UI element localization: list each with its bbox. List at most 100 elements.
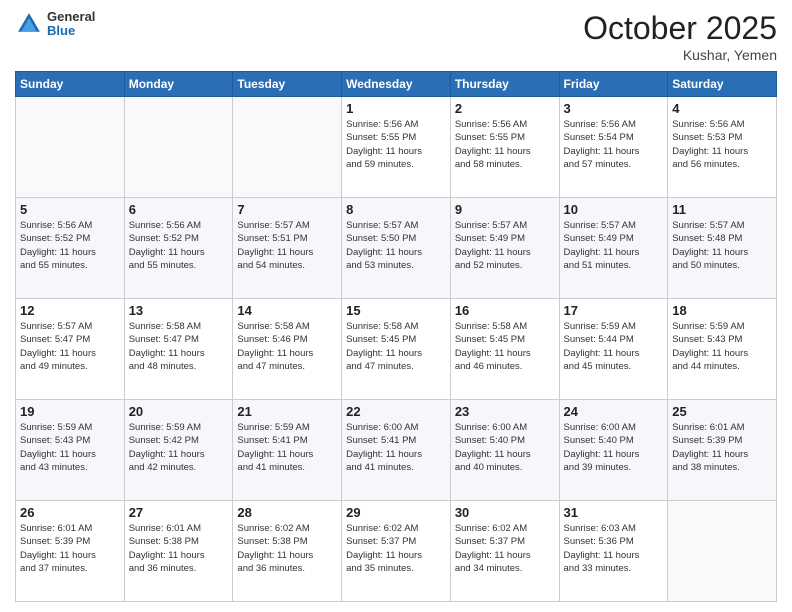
day-info: Sunrise: 5:59 AM Sunset: 5:44 PM Dayligh… [564,320,664,373]
day-number: 11 [672,202,772,217]
calendar-cell: 15Sunrise: 5:58 AM Sunset: 5:45 PM Dayli… [342,299,451,400]
day-number: 28 [237,505,337,520]
calendar-cell: 21 Sunrise: 5:59 AM Sunset: 5:41 PM Dayli… [233,400,342,501]
calendar-cell [668,501,777,602]
day-info: Sunrise: 6:03 AM Sunset: 5:36 PM Dayligh… [564,522,664,575]
day-info: Sunrise: 5:57 AM Sunset: 5:49 PM Dayligh… [564,219,664,272]
calendar-table: SundayMondayTuesdayWednesdayThursdayFrid… [15,71,777,602]
day-number: 15 [346,303,446,318]
calendar-cell: 12 Sunrise: 5:57 AM Sunset: 5:47 PM Dayli… [16,299,125,400]
calendar-cell: 8Sunrise: 5:57 AM Sunset: 5:50 PM Daylig… [342,198,451,299]
calendar-cell: 24 Sunrise: 6:00 AM Sunset: 5:40 PM Dayli… [559,400,668,501]
calendar-week-3: 12 Sunrise: 5:57 AM Sunset: 5:47 PM Dayli… [16,299,777,400]
day-info: Sunrise: 5:56 AM Sunset: 5:55 PM Dayligh… [346,118,446,171]
day-number: 18 [672,303,772,318]
weekday-header-wednesday: Wednesday [342,72,451,97]
day-info: Sunrise: 5:56 AM Sunset: 5:52 PM Dayligh… [20,219,120,272]
day-number: 29 [346,505,446,520]
day-info: Sunrise: 6:01 AM Sunset: 5:38 PM Dayligh… [129,522,229,575]
day-info: Sunrise: 6:01 AM Sunset: 5:39 PM Dayligh… [672,421,772,474]
day-info: Sunrise: 5:59 AM Sunset: 5:43 PM Dayligh… [672,320,772,373]
day-number: 6 [129,202,229,217]
day-number: 16 [455,303,555,318]
day-info: Sunrise: 6:01 AM Sunset: 5:39 PM Dayligh… [20,522,120,575]
calendar-cell: 25Sunrise: 6:01 AM Sunset: 5:39 PM Dayli… [668,400,777,501]
location: Kushar, Yemen [583,47,777,63]
calendar-cell: 1 Sunrise: 5:56 AM Sunset: 5:55 PM Daylig… [342,97,451,198]
calendar-cell: 4 Sunrise: 5:56 AM Sunset: 5:53 PM Daylig… [668,97,777,198]
calendar-cell: 3Sunrise: 5:56 AM Sunset: 5:54 PM Daylig… [559,97,668,198]
day-number: 22 [346,404,446,419]
calendar-cell: 10 Sunrise: 5:57 AM Sunset: 5:49 PM Dayli… [559,198,668,299]
weekday-header-friday: Friday [559,72,668,97]
day-number: 31 [564,505,664,520]
weekday-header-monday: Monday [124,72,233,97]
calendar-cell: 28 Sunrise: 6:02 AM Sunset: 5:38 PM Dayli… [233,501,342,602]
logo-general-text: General [47,10,95,24]
day-number: 10 [564,202,664,217]
day-info: Sunrise: 5:59 AM Sunset: 5:42 PM Dayligh… [129,421,229,474]
calendar-cell: 5 Sunrise: 5:56 AM Sunset: 5:52 PM Daylig… [16,198,125,299]
day-number: 21 [237,404,337,419]
day-info: Sunrise: 5:57 AM Sunset: 5:48 PM Dayligh… [672,219,772,272]
day-number: 7 [237,202,337,217]
calendar-body: 1 Sunrise: 5:56 AM Sunset: 5:55 PM Daylig… [16,97,777,602]
day-info: Sunrise: 5:57 AM Sunset: 5:49 PM Dayligh… [455,219,555,272]
day-number: 27 [129,505,229,520]
calendar-cell: 23Sunrise: 6:00 AM Sunset: 5:40 PM Dayli… [450,400,559,501]
calendar-cell: 27 Sunrise: 6:01 AM Sunset: 5:38 PM Dayli… [124,501,233,602]
day-number: 17 [564,303,664,318]
header: General Blue October 2025 Kushar, Yemen [15,10,777,63]
day-info: Sunrise: 6:02 AM Sunset: 5:38 PM Dayligh… [237,522,337,575]
calendar-cell: 6Sunrise: 5:56 AM Sunset: 5:52 PM Daylig… [124,198,233,299]
day-info: Sunrise: 6:00 AM Sunset: 5:40 PM Dayligh… [455,421,555,474]
calendar-cell: 7 Sunrise: 5:57 AM Sunset: 5:51 PM Daylig… [233,198,342,299]
calendar-cell: 29Sunrise: 6:02 AM Sunset: 5:37 PM Dayli… [342,501,451,602]
day-info: Sunrise: 5:59 AM Sunset: 5:43 PM Dayligh… [20,421,120,474]
month-title: October 2025 [583,10,777,47]
calendar-week-2: 5 Sunrise: 5:56 AM Sunset: 5:52 PM Daylig… [16,198,777,299]
day-info: Sunrise: 6:00 AM Sunset: 5:41 PM Dayligh… [346,421,446,474]
calendar-cell: 20Sunrise: 5:59 AM Sunset: 5:42 PM Dayli… [124,400,233,501]
day-info: Sunrise: 5:59 AM Sunset: 5:41 PM Dayligh… [237,421,337,474]
calendar-cell: 17 Sunrise: 5:59 AM Sunset: 5:44 PM Dayli… [559,299,668,400]
calendar-week-4: 19 Sunrise: 5:59 AM Sunset: 5:43 PM Dayli… [16,400,777,501]
weekday-header-sunday: Sunday [16,72,125,97]
weekday-header-thursday: Thursday [450,72,559,97]
calendar-cell: 26 Sunrise: 6:01 AM Sunset: 5:39 PM Dayli… [16,501,125,602]
weekday-header-tuesday: Tuesday [233,72,342,97]
day-info: Sunrise: 5:57 AM Sunset: 5:47 PM Dayligh… [20,320,120,373]
page: General Blue October 2025 Kushar, Yemen … [0,0,792,612]
calendar-cell: 19 Sunrise: 5:59 AM Sunset: 5:43 PM Dayli… [16,400,125,501]
logo-icon [15,10,43,38]
day-number: 5 [20,202,120,217]
day-number: 12 [20,303,120,318]
logo: General Blue [15,10,95,39]
day-info: Sunrise: 5:58 AM Sunset: 5:47 PM Dayligh… [129,320,229,373]
day-info: Sunrise: 6:02 AM Sunset: 5:37 PM Dayligh… [455,522,555,575]
day-number: 19 [20,404,120,419]
calendar-cell: 22 Sunrise: 6:00 AM Sunset: 5:41 PM Dayli… [342,400,451,501]
title-block: October 2025 Kushar, Yemen [583,10,777,63]
day-info: Sunrise: 5:56 AM Sunset: 5:53 PM Dayligh… [672,118,772,171]
day-number: 1 [346,101,446,116]
calendar-cell: 18 Sunrise: 5:59 AM Sunset: 5:43 PM Dayli… [668,299,777,400]
calendar-header: SundayMondayTuesdayWednesdayThursdayFrid… [16,72,777,97]
calendar-cell: 31 Sunrise: 6:03 AM Sunset: 5:36 PM Dayli… [559,501,668,602]
day-number: 4 [672,101,772,116]
calendar-cell: 11 Sunrise: 5:57 AM Sunset: 5:48 PM Dayli… [668,198,777,299]
calendar-cell: 13Sunrise: 5:58 AM Sunset: 5:47 PM Dayli… [124,299,233,400]
day-number: 24 [564,404,664,419]
day-info: Sunrise: 5:58 AM Sunset: 5:45 PM Dayligh… [455,320,555,373]
calendar-cell: 30 Sunrise: 6:02 AM Sunset: 5:37 PM Dayli… [450,501,559,602]
weekday-row: SundayMondayTuesdayWednesdayThursdayFrid… [16,72,777,97]
day-info: Sunrise: 6:00 AM Sunset: 5:40 PM Dayligh… [564,421,664,474]
day-info: Sunrise: 5:56 AM Sunset: 5:54 PM Dayligh… [564,118,664,171]
day-info: Sunrise: 5:57 AM Sunset: 5:50 PM Dayligh… [346,219,446,272]
calendar-week-5: 26 Sunrise: 6:01 AM Sunset: 5:39 PM Dayli… [16,501,777,602]
day-info: Sunrise: 5:56 AM Sunset: 5:55 PM Dayligh… [455,118,555,171]
logo-text: General Blue [47,10,95,39]
day-number: 26 [20,505,120,520]
day-number: 30 [455,505,555,520]
day-info: Sunrise: 5:57 AM Sunset: 5:51 PM Dayligh… [237,219,337,272]
